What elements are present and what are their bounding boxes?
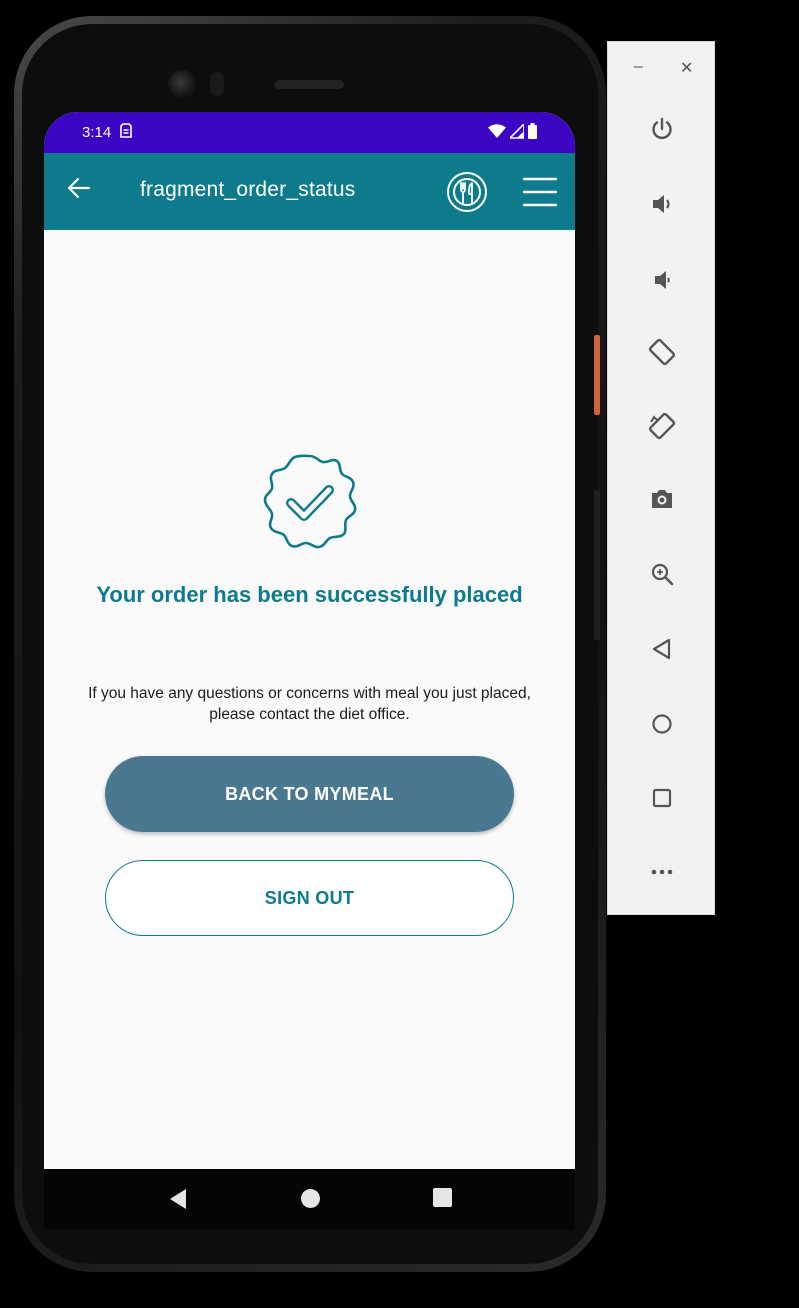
- wifi-icon: [488, 123, 506, 138]
- system-nav-bar: [44, 1169, 575, 1229]
- close-icon[interactable]: ✕: [680, 58, 693, 78]
- rotate-left-icon[interactable]: [642, 332, 682, 372]
- phone-power-button[interactable]: [594, 335, 600, 415]
- status-icons: [488, 123, 537, 139]
- volume-down-icon[interactable]: [642, 260, 682, 300]
- emulator-toolbar: – ✕: [607, 41, 715, 915]
- back-to-mymeal-button[interactable]: BACK TO MYMEAL: [105, 756, 514, 832]
- verified-check-badge-icon: [263, 454, 357, 549]
- more-icon[interactable]: [642, 852, 682, 892]
- front-camera: [168, 70, 196, 98]
- zoom-icon[interactable]: [642, 554, 682, 594]
- hamburger-menu-icon[interactable]: [523, 177, 557, 207]
- power-icon[interactable]: [642, 109, 682, 149]
- battery-icon: [528, 123, 537, 139]
- meal-plate-icon[interactable]: [446, 171, 488, 213]
- proximity-sensor: [210, 72, 224, 96]
- nav-home-icon[interactable]: [300, 1188, 321, 1209]
- status-time: 3:14: [82, 124, 112, 141]
- app-bar: fragment_order_status: [44, 153, 575, 230]
- back-arrow-icon[interactable]: [66, 175, 92, 201]
- home-icon[interactable]: [642, 704, 682, 744]
- order-status-content: Your order has been successfully placed …: [44, 230, 575, 1169]
- camera-icon[interactable]: [642, 479, 682, 519]
- volume-up-icon[interactable]: [642, 184, 682, 224]
- rotate-right-icon[interactable]: [642, 406, 682, 446]
- success-headline: Your order has been successfully placed: [96, 582, 523, 607]
- signal-icon: [510, 123, 524, 139]
- sim-card-icon: [120, 123, 132, 143]
- overview-icon[interactable]: [642, 778, 682, 818]
- earpiece-speaker: [274, 80, 344, 89]
- sign-out-button[interactable]: SIGN OUT: [105, 860, 514, 936]
- page-title: fragment_order_status: [140, 178, 356, 201]
- nav-back-icon[interactable]: [168, 1188, 188, 1210]
- success-message: If you have any questions or concerns wi…: [88, 685, 531, 723]
- nav-recents-icon[interactable]: [433, 1188, 452, 1208]
- back-icon[interactable]: [642, 629, 682, 669]
- status-bar: 3:14: [44, 112, 575, 153]
- window-controls: – ✕: [608, 56, 716, 84]
- minimize-icon[interactable]: –: [634, 58, 643, 76]
- device-screen: 3:14 fragment_order_status Your order ha…: [44, 112, 575, 1229]
- phone-volume-rocker[interactable]: [594, 490, 600, 640]
